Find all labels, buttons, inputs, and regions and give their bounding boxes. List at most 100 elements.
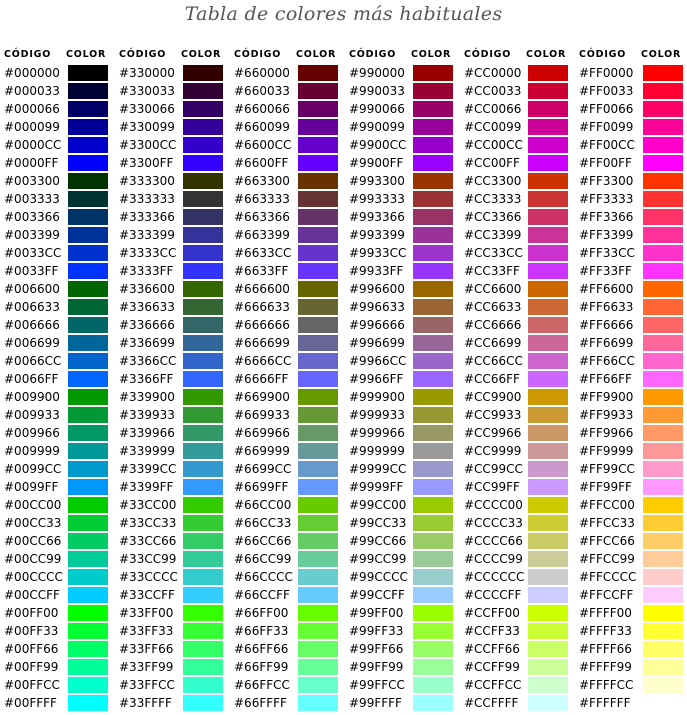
color-row: #330099 — [115, 118, 230, 136]
color-swatch — [413, 695, 453, 711]
color-code: #999900 — [349, 390, 405, 404]
color-code: #66FF00 — [234, 606, 289, 620]
color-swatch — [298, 425, 338, 441]
color-row: #FFFFFF — [575, 694, 687, 712]
color-row: #996633 — [345, 298, 460, 316]
color-swatch — [183, 461, 223, 477]
color-code: #663366 — [234, 210, 290, 224]
color-row: #003399 — [0, 226, 115, 244]
color-row: #FF3300 — [575, 172, 687, 190]
color-code: #000066 — [4, 102, 60, 116]
color-code: #660066 — [234, 102, 290, 116]
color-swatch — [643, 623, 683, 639]
color-row: #99FF99 — [345, 658, 460, 676]
color-code: #9966FF — [349, 372, 404, 386]
color-code: #CC3366 — [464, 210, 522, 224]
color-row: #CC0033 — [460, 82, 575, 100]
color-swatch — [528, 227, 568, 243]
color-code: #CCFFFF — [464, 696, 519, 710]
color-row: #0033FF — [0, 262, 115, 280]
color-row: #996699 — [345, 334, 460, 352]
color-code: #9966CC — [349, 354, 407, 368]
color-row: #99CC00 — [345, 496, 460, 514]
color-row: #FF9966 — [575, 424, 687, 442]
color-swatch — [298, 65, 338, 81]
color-swatch — [183, 317, 223, 333]
color-row: #33CC99 — [115, 550, 230, 568]
color-row: #3366FF — [115, 370, 230, 388]
color-swatch — [413, 623, 453, 639]
color-code: #99CC99 — [349, 552, 407, 566]
color-code: #FF0099 — [579, 120, 634, 134]
color-row: #666666 — [230, 316, 345, 334]
color-code: #66CC99 — [234, 552, 292, 566]
color-row: #00FFFF — [0, 694, 115, 712]
color-code: #999999 — [349, 444, 405, 458]
color-swatch — [298, 461, 338, 477]
color-code: #99FFFF — [349, 696, 402, 710]
color-row: #33CC00 — [115, 496, 230, 514]
color-swatch — [298, 569, 338, 585]
color-code: #9999FF — [349, 480, 404, 494]
color-swatch — [413, 677, 453, 693]
color-code: #FF66FF — [579, 372, 632, 386]
color-row: #FF99CC — [575, 460, 687, 478]
color-code: #00CC33 — [4, 516, 62, 530]
color-row: #003300 — [0, 172, 115, 190]
color-swatch — [528, 659, 568, 675]
color-code: #3399CC — [119, 462, 177, 476]
color-code: #6699CC — [234, 462, 292, 476]
color-row: #0000FF — [0, 154, 115, 172]
color-code: #990000 — [349, 66, 405, 80]
color-code: #99CCFF — [349, 588, 405, 602]
color-swatch — [413, 371, 453, 387]
color-swatch — [528, 605, 568, 621]
color-row: #6666FF — [230, 370, 345, 388]
color-row: #CC6600 — [460, 280, 575, 298]
color-code: #CC6600 — [464, 282, 522, 296]
color-code: #990033 — [349, 84, 405, 98]
color-swatch — [298, 551, 338, 567]
color-swatch — [413, 569, 453, 585]
color-code: #66CCCC — [234, 570, 293, 584]
color-row: #CC3366 — [460, 208, 575, 226]
color-code: #333300 — [119, 174, 175, 188]
color-row: #33FF00 — [115, 604, 230, 622]
color-code: #FFCC00 — [579, 498, 635, 512]
color-swatch — [183, 443, 223, 459]
color-swatch — [413, 335, 453, 351]
color-swatch — [528, 677, 568, 693]
header-code: CÓDIGO — [234, 49, 282, 60]
color-swatch — [528, 245, 568, 261]
color-code: #FF3366 — [579, 210, 634, 224]
color-code: #CC9900 — [464, 390, 522, 404]
color-swatch — [413, 299, 453, 315]
color-row: #00CCFF — [0, 586, 115, 604]
color-swatch — [298, 587, 338, 603]
color-row: #00FF00 — [0, 604, 115, 622]
color-row: #CCCC00 — [460, 496, 575, 514]
color-row: #660099 — [230, 118, 345, 136]
color-code: #FF9999 — [579, 444, 634, 458]
color-code: #9900CC — [349, 138, 407, 152]
color-code: #003300 — [4, 174, 60, 188]
color-swatch — [68, 155, 108, 171]
color-row: #FF00CC — [575, 136, 687, 154]
color-swatch — [298, 155, 338, 171]
color-swatch — [298, 101, 338, 117]
color-code: #336633 — [119, 300, 175, 314]
color-row: #663399 — [230, 226, 345, 244]
color-swatch — [183, 83, 223, 99]
color-swatch — [643, 425, 683, 441]
color-row: #6600FF — [230, 154, 345, 172]
color-code: #3366FF — [119, 372, 174, 386]
color-code: #FF00CC — [579, 138, 635, 152]
color-code: #CC33CC — [464, 246, 523, 260]
color-row: #FFFF00 — [575, 604, 687, 622]
color-swatch — [528, 209, 568, 225]
color-code: #FFFF00 — [579, 606, 632, 620]
color-code: #666699 — [234, 336, 290, 350]
color-code: #66CC00 — [234, 498, 292, 512]
color-row: #CCCC99 — [460, 550, 575, 568]
color-swatch — [643, 65, 683, 81]
